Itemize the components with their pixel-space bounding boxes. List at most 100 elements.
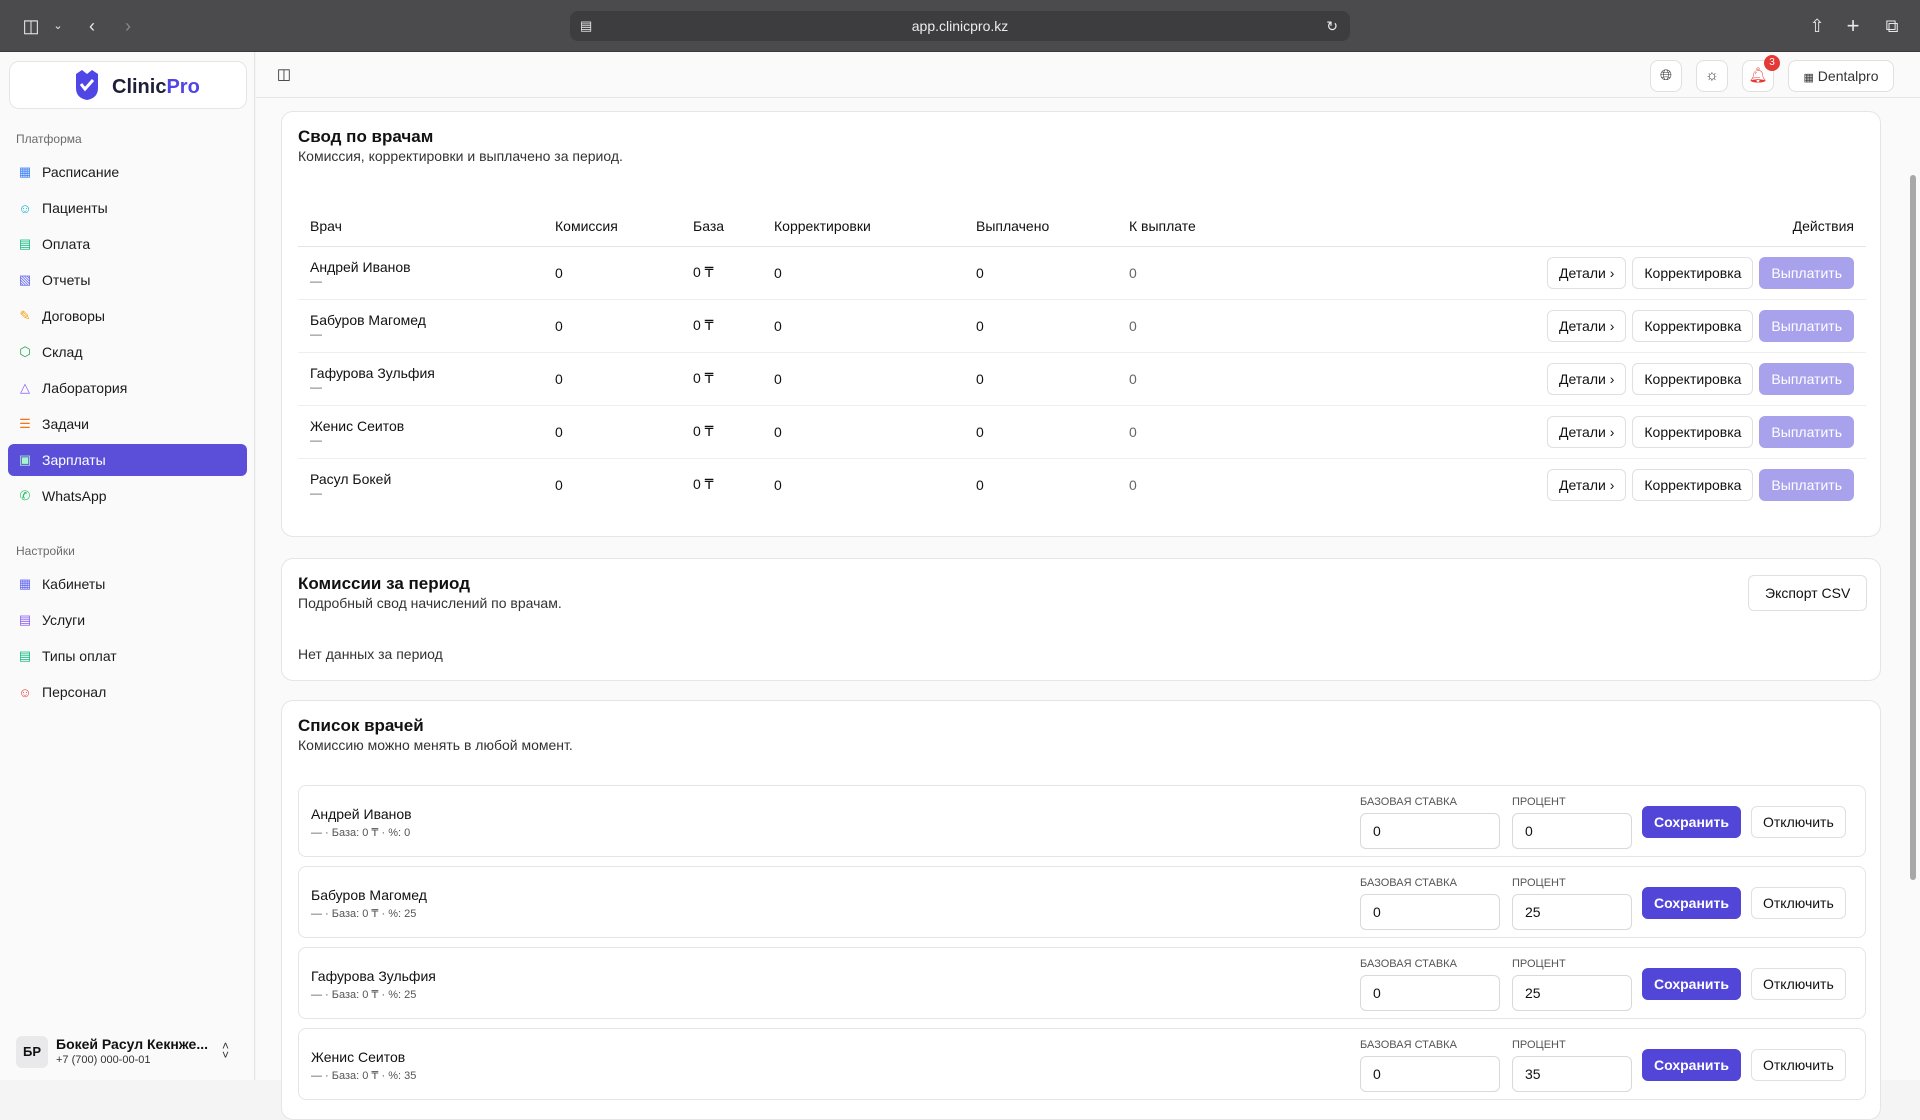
details-button[interactable]: Детали › <box>1546 468 1627 501</box>
doctor-specialty: — <box>310 485 322 500</box>
percent-input[interactable]: 25 <box>1512 975 1632 1011</box>
col-actions: Действия <box>1317 206 1866 247</box>
sidebar-item-staff[interactable]: ☺ Персонал <box>8 676 247 708</box>
commission-value: 0 <box>543 299 681 353</box>
base-rate-input[interactable]: 0 <box>1360 1056 1500 1092</box>
due-value: 0 <box>1117 246 1317 300</box>
sidebar-item-laboratory[interactable]: △ Лаборатория <box>8 372 247 404</box>
url-text: app.clinicpro.kz <box>911 18 1009 34</box>
sidebar-item-reports[interactable]: ▧ Отчеты <box>8 264 247 296</box>
adjustments-value: 0 <box>762 246 964 300</box>
row-actions: Детали › Корректировка Выплатить <box>1317 352 1866 406</box>
base-rate-input[interactable]: 0 <box>1360 894 1500 930</box>
table-row: Андрей Иванов — 0 0 ₸ 0 0 0 Детали › Корре… <box>298 246 1866 300</box>
book-icon: ▤ <box>18 612 32 627</box>
sidebar-item-whatsapp[interactable]: ✆ WhatsApp <box>8 480 247 512</box>
pay-button[interactable]: Выплатить <box>1759 468 1854 501</box>
chevron-up-down-icon[interactable]: ˄ ˅ <box>222 1040 229 1061</box>
summary-table: Врач Комиссия База Корректировки Выплаче… <box>298 206 1866 511</box>
pay-button[interactable]: Выплатить <box>1759 362 1854 395</box>
chevron-down-icon[interactable]: ⌄ <box>50 0 66 52</box>
base-rate-label: БАЗОВАЯ СТАВКА <box>1360 1039 1457 1051</box>
base-value: 0 ₸ <box>681 246 762 300</box>
pay-button[interactable]: Выплатить <box>1759 256 1854 289</box>
row-actions: Детали › Корректировка Выплатить <box>1317 299 1866 353</box>
sidebar-collapse-button[interactable]: ◫ <box>268 60 300 92</box>
whatsapp-icon: ✆ <box>19 488 31 503</box>
language-button[interactable]: 🌐︎ <box>1650 60 1682 92</box>
pay-button[interactable]: Выплатить <box>1759 309 1854 342</box>
paid-value: 0 <box>976 476 984 493</box>
percent-input[interactable]: 25 <box>1512 894 1632 930</box>
base-value: 0 ₸ <box>693 476 714 493</box>
new-tab-icon[interactable]: + <box>1842 0 1864 52</box>
sidebar-item-contracts[interactable]: ✎ Договоры <box>8 300 247 332</box>
disable-button[interactable]: Отключить <box>1751 887 1846 919</box>
doctor-info: — · База: 0 ₸ · %: 25 <box>311 908 417 920</box>
sidebar-item-schedule[interactable]: ▦ Расписание <box>8 156 247 188</box>
scrollbar[interactable] <box>1910 175 1916 880</box>
details-button[interactable]: Детали › <box>1546 309 1627 342</box>
clinic-switcher[interactable]: ▦ Dentalpro <box>1788 60 1894 92</box>
staff-icon: ☺ <box>18 684 32 700</box>
disable-button[interactable]: Отключить <box>1751 806 1846 838</box>
percent-input[interactable]: 0 <box>1512 813 1632 849</box>
doctor-specialty: — <box>310 326 322 341</box>
site-settings-icon[interactable]: ▤ <box>580 11 592 41</box>
disable-button[interactable]: Отключить <box>1751 1049 1846 1081</box>
base-rate-label: БАЗОВАЯ СТАВКА <box>1360 877 1457 889</box>
doctor-name: Андрей Иванов <box>311 806 412 822</box>
details-button[interactable]: Детали › <box>1546 256 1627 289</box>
sidebar-item-services[interactable]: ▤ Услуги <box>8 604 247 636</box>
percent-label: ПРОЦЕНТ <box>1512 1039 1566 1051</box>
user-menu[interactable]: БР Бокей Расул Кекнже... +7 (700) 000-00… <box>10 1030 245 1074</box>
base-rate-input[interactable]: 0 <box>1360 813 1500 849</box>
adjust-button[interactable]: Корректировка <box>1632 309 1754 342</box>
doctor-name: Женис Сеитов <box>310 417 405 434</box>
save-button[interactable]: Сохранить <box>1642 806 1741 838</box>
base-rate-label: БАЗОВАЯ СТАВКА <box>1360 796 1457 808</box>
building-icon: ▦ <box>1803 72 1814 84</box>
theme-toggle-button[interactable]: ☼ <box>1696 60 1728 92</box>
percent-input[interactable]: 35 <box>1512 1056 1632 1092</box>
row-actions: Детали › Корректировка Выплатить <box>1317 405 1866 459</box>
calendar-icon: ▦ <box>18 164 32 179</box>
paid-value: 0 <box>964 246 1117 300</box>
pay-button[interactable]: Выплатить <box>1759 415 1854 448</box>
platform-section-label: Платформа <box>16 132 82 146</box>
reload-icon[interactable]: ↻ <box>1326 11 1338 41</box>
base-rate-input[interactable]: 0 <box>1360 975 1500 1011</box>
forward-icon[interactable]: › <box>116 0 140 52</box>
details-button[interactable]: Детали › <box>1546 415 1627 448</box>
tab-overview-icon[interactable]: ⧉ <box>1880 0 1904 52</box>
paid-value: 0 <box>964 405 1117 459</box>
adjust-button[interactable]: Корректировка <box>1632 415 1754 448</box>
bell-icon: 🔔︎ <box>1748 67 1768 84</box>
user-name: Бокей Расул Кекнже... <box>56 1036 209 1052</box>
adjustments-value: 0 <box>762 299 964 353</box>
sidebar-item-warehouse[interactable]: ⬡ Склад <box>8 336 247 368</box>
adjust-button[interactable]: Корректировка <box>1632 468 1754 501</box>
sidebar-item-patients[interactable]: ☺ Пациенты <box>8 192 247 224</box>
sidebar-toggle-icon[interactable]: ◫ <box>18 0 44 52</box>
browser-toolbar: ◫ ⌄ ‹ › ▤ app.clinicpro.kz ↻ ⇧ + ⧉ <box>0 0 1920 52</box>
doctor-specialty: — <box>310 432 322 447</box>
export-csv-button[interactable]: Экспорт CSV <box>1748 575 1868 611</box>
sidebar-item-salaries[interactable]: ▣ Зарплаты <box>8 444 247 476</box>
sidebar-item-tasks[interactable]: ☰ Задачи <box>8 408 247 440</box>
sidebar-item-cabinets[interactable]: ▦ Кабинеты <box>8 568 247 600</box>
logo[interactable]: ClinicPro <box>9 61 247 109</box>
details-button[interactable]: Детали › <box>1546 362 1627 395</box>
adjust-button[interactable]: Корректировка <box>1632 362 1754 395</box>
disable-button[interactable]: Отключить <box>1751 968 1846 1000</box>
chevron-right-icon: › <box>1609 423 1615 440</box>
share-icon[interactable]: ⇧ <box>1806 0 1828 52</box>
adjust-button[interactable]: Корректировка <box>1632 256 1754 289</box>
save-button[interactable]: Сохранить <box>1642 968 1741 1000</box>
back-icon[interactable]: ‹ <box>80 0 104 52</box>
save-button[interactable]: Сохранить <box>1642 1049 1741 1081</box>
save-button[interactable]: Сохранить <box>1642 887 1741 919</box>
sidebar-item-payment[interactable]: ▤ Оплата <box>8 228 247 260</box>
sidebar-item-payment-types[interactable]: ▤ Типы оплат <box>8 640 247 672</box>
address-bar[interactable]: ▤ app.clinicpro.kz ↻ <box>570 11 1350 41</box>
